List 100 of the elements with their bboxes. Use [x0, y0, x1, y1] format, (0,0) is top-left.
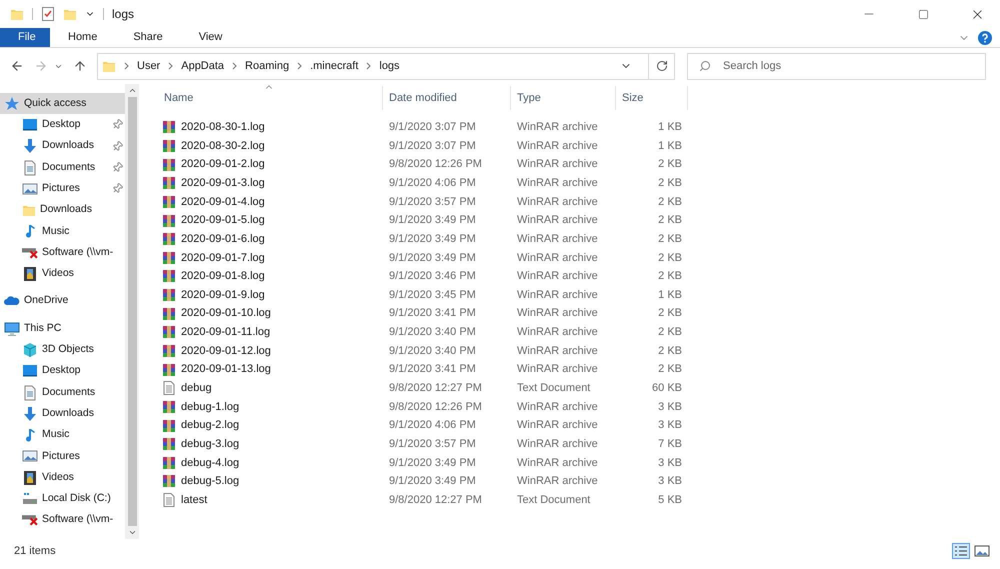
file-row[interactable]: debug-1.log 9/8/2020 12:26 PM WinRAR archive 3 KB: [158, 398, 1000, 416]
file-row[interactable]: 2020-09-01-10.log 9/1/2020 3:41 PM WinRAR archive 2 KB: [158, 304, 1000, 324]
nav-item[interactable]: Software (\\vm-: [0, 510, 125, 531]
file-row[interactable]: debug-3.log 9/1/2020 3:57 PM WinRAR archive 7 KB: [158, 434, 1000, 454]
nav-item[interactable]: Videos: [0, 263, 125, 285]
nav-item[interactable]: Documents: [0, 382, 125, 404]
column-header[interactable]: Size: [616, 86, 688, 110]
file-row[interactable]: 2020-08-30-1.log 9/1/2020 3:07 PM WinRAR archive 1 KB: [158, 118, 1000, 137]
file-row[interactable]: 2020-09-01-12.log 9/1/2020 3:40 PM WinRAR archive 2 KB: [158, 342, 1000, 360]
size-cell-text: 3 KB: [657, 400, 682, 415]
ribbon-tab[interactable]: Share: [115, 28, 181, 47]
archive-icon: [162, 400, 176, 414]
breadcrumb[interactable]: logs: [379, 58, 400, 74]
archive-icon: [162, 474, 176, 488]
type-cell-text: WinRAR archive: [516, 400, 599, 415]
file-row[interactable]: 2020-09-01-2.log 9/8/2020 12:26 PM WinRAR archive 2 KB: [158, 155, 1000, 174]
nav-item[interactable]: Desktop: [0, 114, 125, 136]
file-name: debug-2.log: [181, 418, 240, 434]
file-name: debug-1.log: [181, 400, 240, 415]
help-icon[interactable]: [978, 30, 992, 44]
file-row[interactable]: debug-5.log 9/1/2020 3:49 PM WinRAR archive 3 KB: [158, 472, 1000, 491]
column-header[interactable]: Type: [511, 86, 616, 110]
network-drive-icon: [22, 512, 38, 528]
search-icon: [699, 60, 711, 72]
refresh-icon[interactable]: [656, 60, 668, 72]
nav-item[interactable]: Software (\\vm-: [0, 242, 125, 264]
date-cell-text: 9/1/2020 3:45 PM: [388, 288, 477, 303]
back-icon[interactable]: [10, 59, 24, 73]
nav-item[interactable]: Desktop: [0, 360, 125, 382]
size-cell-text: 3 KB: [657, 474, 682, 490]
size-cell-text: 2 KB: [657, 269, 682, 284]
file-row[interactable]: 2020-09-01-3.log 9/1/2020 4:06 PM WinRAR archive 2 KB: [158, 174, 1000, 193]
up-icon[interactable]: [73, 59, 87, 73]
scroll-up-icon[interactable]: [128, 86, 136, 95]
file-name: 2020-09-01-5.log: [181, 213, 265, 228]
file-row[interactable]: latest 9/8/2020 12:27 PM Text Document 5 KB: [158, 490, 1000, 510]
ribbon-tab[interactable]: Home: [50, 28, 116, 47]
breadcrumb[interactable]: .minecraft: [310, 58, 358, 74]
date-cell-text: 9/1/2020 3:46 PM: [388, 269, 477, 284]
nav-item[interactable]: Downloads: [0, 403, 125, 424]
file-name: 2020-09-01-11.log: [181, 325, 270, 340]
nav-item[interactable]: Pictures: [0, 178, 125, 200]
film-icon: [22, 266, 38, 282]
file-row[interactable]: 2020-09-01-7.log 9/1/2020 3:49 PM WinRAR archive 2 KB: [158, 248, 1000, 268]
nav-item[interactable]: Pictures: [0, 446, 125, 468]
scroll-down-icon[interactable]: [128, 528, 136, 537]
nav-item[interactable]: Music: [0, 424, 125, 446]
type-cell-text: WinRAR archive: [516, 157, 599, 172]
date-cell-text: 9/1/2020 4:06 PM: [388, 418, 477, 434]
column-header[interactable]: Name: [158, 86, 383, 110]
archive-icon: [162, 158, 176, 172]
maximize-icon[interactable]: [918, 8, 928, 20]
breadcrumb[interactable]: User: [137, 58, 160, 74]
file-row[interactable]: 2020-08-30-2.log 9/1/2020 3:07 PM WinRAR archive 1 KB: [158, 136, 1000, 156]
column-header[interactable]: Date modified: [383, 86, 511, 110]
scrollbar[interactable]: [125, 84, 139, 539]
ribbon-tab[interactable]: View: [180, 28, 240, 47]
file-name: 2020-09-01-7.log: [181, 250, 265, 266]
thumbnail-view-icon[interactable]: [974, 544, 990, 558]
nav-item[interactable]: Local Disk (C:): [0, 488, 125, 510]
date-cell-text: 9/1/2020 3:07 PM: [388, 138, 477, 154]
nav-item[interactable]: This PC: [0, 318, 125, 340]
address-bar[interactable]: User AppData Roaming .minecraft logs: [97, 52, 675, 80]
nav-item[interactable]: 3D Objects: [0, 339, 125, 361]
date-cell-text: 9/1/2020 3:41 PM: [388, 306, 477, 322]
ribbon-tab[interactable]: File: [0, 28, 50, 47]
breadcrumb[interactable]: Roaming: [245, 58, 290, 74]
file-row[interactable]: 2020-09-01-5.log 9/1/2020 3:49 PM WinRAR archive 2 KB: [158, 211, 1000, 230]
search-field[interactable]: Search logs: [687, 52, 986, 80]
type-cell-text: WinRAR archive: [516, 436, 599, 452]
nav-item[interactable]: Music: [0, 220, 125, 242]
archive-icon: [162, 437, 176, 452]
file-row[interactable]: 2020-09-01-4.log 9/1/2020 3:57 PM WinRAR archive 2 KB: [158, 192, 1000, 212]
breadcrumb[interactable]: AppData: [181, 58, 224, 74]
nav-item[interactable]: OneDrive: [0, 290, 125, 312]
file-row[interactable]: 2020-09-01-9.log 9/1/2020 3:45 PM WinRAR archive 1 KB: [158, 286, 1000, 304]
date-cell-text: 9/1/2020 3:57 PM: [388, 194, 477, 210]
size-cell-text: 2 KB: [657, 306, 682, 322]
type-cell-text: WinRAR archive: [516, 213, 599, 228]
details-view-icon[interactable]: [952, 543, 970, 559]
file-row[interactable]: debug 9/8/2020 12:27 PM Text Document 60 KB: [158, 378, 1000, 398]
file-row[interactable]: 2020-09-01-13.log 9/1/2020 3:41 PM WinRAR archive 2 KB: [158, 360, 1000, 379]
nav-item[interactable]: Downloads: [0, 199, 125, 221]
nav-item[interactable]: Quick access: [0, 93, 125, 114]
file-row[interactable]: debug-2.log 9/1/2020 4:06 PM WinRAR archive 3 KB: [158, 416, 1000, 435]
date-cell-text: 9/8/2020 12:27 PM: [388, 492, 483, 508]
file-row[interactable]: 2020-09-01-6.log 9/1/2020 3:49 PM WinRAR archive 2 KB: [158, 230, 1000, 248]
checklist-icon[interactable]: [41, 7, 55, 21]
archive-icon: [162, 120, 176, 134]
nav-item[interactable]: Downloads: [0, 136, 125, 157]
nav-item[interactable]: Documents: [0, 156, 125, 178]
type-cell-text: WinRAR archive: [516, 138, 599, 154]
archive-icon: [162, 288, 176, 302]
file-row[interactable]: 2020-09-01-8.log 9/1/2020 3:46 PM WinRAR archive 2 KB: [158, 267, 1000, 286]
nav-item[interactable]: Videos: [0, 467, 125, 488]
date-cell-text: 9/8/2020 12:26 PM: [388, 157, 483, 172]
file-row[interactable]: 2020-09-01-11.log 9/1/2020 3:40 PM WinRAR archive 2 KB: [158, 323, 1000, 342]
file-row[interactable]: debug-4.log 9/1/2020 3:49 PM WinRAR archive 3 KB: [158, 454, 1000, 472]
archive-icon: [162, 306, 176, 321]
monitor-icon: [22, 116, 38, 133]
